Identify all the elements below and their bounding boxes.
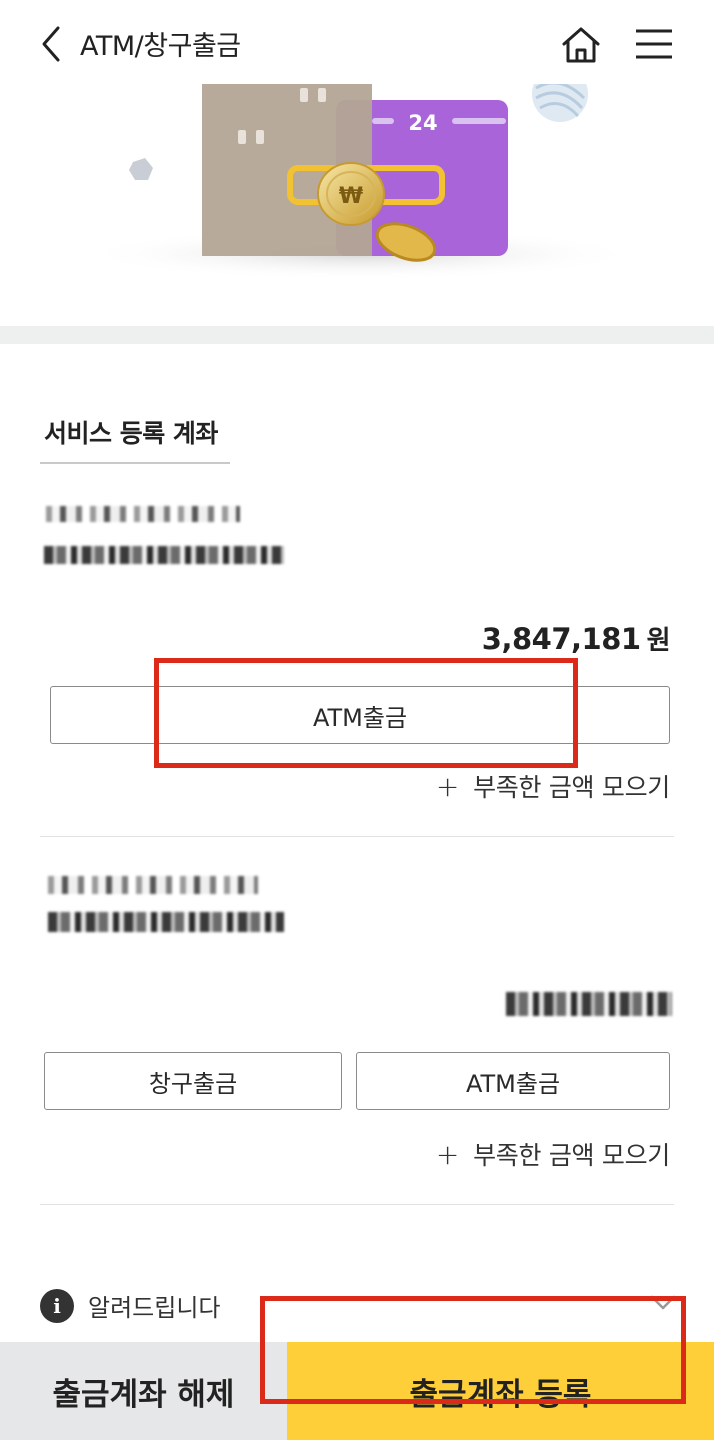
notice-label: 알려드립니다: [88, 1294, 221, 1322]
section-divider-band: [0, 326, 714, 344]
home-button[interactable]: [556, 20, 606, 70]
gather-shortfall-link[interactable]: + 부족한 금액 모으기: [436, 1136, 670, 1172]
gem-icon: [129, 158, 153, 180]
home-icon: [562, 27, 600, 63]
info-icon: i: [40, 1288, 74, 1323]
decorative-ball-icon: [532, 66, 588, 122]
svg-text:₩: ₩: [339, 184, 363, 209]
chevron-left-icon: [42, 26, 60, 62]
banner-illustration: 24 ₩: [0, 66, 714, 300]
back-button[interactable]: [34, 22, 74, 66]
gather-shortfall-link[interactable]: + 부족한 금액 모으기: [436, 768, 670, 804]
gather-shortfall-label: 부족한 금액 모으기: [473, 773, 670, 802]
atm-withdraw-button[interactable]: ATM출금: [356, 1052, 670, 1110]
header-bar: ATM/창구출금: [0, 0, 714, 88]
masked-account-name: [48, 876, 258, 894]
masked-account-number: [48, 912, 284, 932]
counter-withdraw-button[interactable]: 창구출금: [44, 1052, 342, 1110]
section-title-underline: [40, 462, 230, 464]
masked-account-number: [44, 546, 284, 564]
account-divider: [40, 1204, 674, 1205]
hamburger-menu-icon: [636, 29, 672, 59]
highlight-box-atm-button: [154, 658, 578, 768]
masked-account-name: [46, 506, 240, 522]
account-balance: 3,847,181 원: [481, 622, 671, 656]
menu-button[interactable]: [630, 22, 678, 66]
highlight-box-register-button: [260, 1296, 686, 1404]
section-title: 서비스 등록 계좌: [44, 419, 218, 448]
masked-account-balance: [506, 992, 672, 1016]
calendar-number: 24: [408, 111, 437, 135]
plus-icon: +: [435, 1137, 460, 1171]
account-divider: [40, 836, 674, 837]
notice-toggle[interactable]: i 알려드립니다: [40, 1288, 220, 1323]
unregister-account-button[interactable]: 출금계좌 해제: [0, 1342, 287, 1440]
page-title: ATM/창구출금: [80, 31, 241, 62]
gather-shortfall-label: 부족한 금액 모으기: [473, 1141, 670, 1170]
plus-icon: +: [435, 769, 460, 803]
won-coin-icon: ₩: [317, 162, 385, 226]
